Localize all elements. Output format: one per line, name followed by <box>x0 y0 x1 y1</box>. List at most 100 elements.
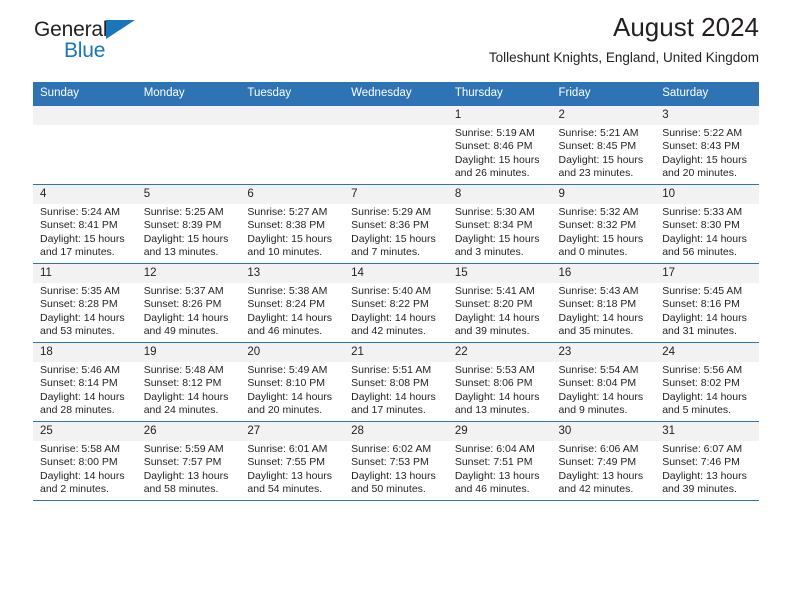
calendar-day-cell[interactable]: 23 Sunrise: 5:54 AM Sunset: 8:04 PM Dayligh… <box>551 342 656 422</box>
sunset-text: Sunset: 7:51 PM <box>454 456 533 469</box>
sunset-text: Sunset: 8:08 PM <box>351 377 429 390</box>
calendar-day-cell[interactable]: 4 Sunrise: 5:24 AM Sunset: 8:41 PM Daylight… <box>33 184 137 264</box>
calendar-day-cell[interactable]: 2 Sunrise: 5:21 AM Sunset: 8:45 PM Daylight… <box>551 105 656 185</box>
sunrise-text: Sunrise: 5:49 AM <box>247 364 328 376</box>
day-sun-info: Sunrise: 6:07 AM Sunset: 7:46 PM Daylight:… <box>655 441 759 496</box>
calendar-day-cell[interactable]: 10 Sunrise: 5:33 AM Sunset: 8:30 PM Dayligh… <box>655 184 759 264</box>
day-cell-content: 29 Sunrise: 6:04 AM Sunset: 7:51 PM Dayligh… <box>447 422 552 500</box>
weekday-header-wednesday: Wednesday <box>344 82 448 106</box>
day-number: 16 <box>551 264 656 283</box>
sunrise-text: Sunrise: 5:29 AM <box>351 206 432 218</box>
general-blue-logo[interactable]: General Blue <box>34 18 144 64</box>
day-cell-content: 9 Sunrise: 5:32 AM Sunset: 8:32 PM Daylight… <box>551 185 656 263</box>
calendar-day-cell[interactable]: 27 Sunrise: 6:01 AM Sunset: 7:55 PM Dayligh… <box>240 421 345 501</box>
daylight-text-line1: Daylight: 14 hours <box>558 311 644 324</box>
day-cell-content: 14 Sunrise: 5:40 AM Sunset: 8:22 PM Dayligh… <box>344 264 448 342</box>
daylight-text-line2: and 42 minutes. <box>558 482 634 495</box>
day-sun-info: Sunrise: 5:30 AM Sunset: 8:34 PM Daylight:… <box>448 204 552 259</box>
day-cell-content: 3 Sunrise: 5:22 AM Sunset: 8:43 PM Daylight… <box>655 106 759 184</box>
day-sun-info: Sunrise: 5:53 AM Sunset: 8:06 PM Daylight:… <box>448 362 552 417</box>
daylight-text-line2: and 17 minutes. <box>40 245 115 258</box>
sunset-text: Sunset: 8:32 PM <box>558 219 637 232</box>
daylight-text-line1: Daylight: 14 hours <box>40 311 125 324</box>
sunrise-text: Sunrise: 5:22 AM <box>662 127 743 139</box>
daylight-text-line1: Daylight: 14 hours <box>662 390 747 403</box>
day-number <box>240 106 345 125</box>
calendar-day-cell[interactable]: 24 Sunrise: 5:56 AM Sunset: 8:02 PM Dayligh… <box>655 342 759 422</box>
daylight-text-line1: Daylight: 15 hours <box>351 232 436 245</box>
sunrise-text: Sunrise: 5:27 AM <box>247 206 328 218</box>
weekday-header-tuesday: Tuesday <box>240 82 345 106</box>
calendar-day-cell[interactable]: 21 Sunrise: 5:51 AM Sunset: 8:08 PM Dayligh… <box>344 342 448 422</box>
calendar-day-cell[interactable]: 20 Sunrise: 5:49 AM Sunset: 8:10 PM Dayligh… <box>240 342 345 422</box>
calendar-day-cell[interactable]: 11 Sunrise: 5:35 AM Sunset: 8:28 PM Dayligh… <box>33 263 137 343</box>
day-cell-content: 28 Sunrise: 6:02 AM Sunset: 7:53 PM Dayligh… <box>344 422 448 500</box>
sunrise-text: Sunrise: 5:30 AM <box>454 206 535 218</box>
calendar-day-cell[interactable]: 15 Sunrise: 5:41 AM Sunset: 8:20 PM Dayligh… <box>447 263 552 343</box>
day-cell-content <box>240 106 345 184</box>
day-cell-content: 2 Sunrise: 5:21 AM Sunset: 8:45 PM Daylight… <box>551 106 656 184</box>
calendar-day-cell[interactable]: 6 Sunrise: 5:27 AM Sunset: 8:38 PM Daylight… <box>240 184 345 264</box>
calendar-day-cell[interactable]: 30 Sunrise: 6:06 AM Sunset: 7:49 PM Dayligh… <box>551 421 656 501</box>
sunset-text: Sunset: 8:46 PM <box>454 140 533 153</box>
daylight-text-line1: Daylight: 15 hours <box>454 232 540 245</box>
day-sun-info: Sunrise: 5:59 AM Sunset: 7:57 PM Daylight:… <box>137 441 241 496</box>
day-cell-content: 11 Sunrise: 5:35 AM Sunset: 8:28 PM Dayligh… <box>33 264 137 342</box>
day-sun-info: Sunrise: 5:56 AM Sunset: 8:02 PM Daylight:… <box>655 362 759 417</box>
calendar-day-cell[interactable]: 13 Sunrise: 5:38 AM Sunset: 8:24 PM Dayligh… <box>240 263 345 343</box>
day-sun-info: Sunrise: 5:24 AM Sunset: 8:41 PM Daylight:… <box>33 204 137 259</box>
calendar-day-cell[interactable]: 1 Sunrise: 5:19 AM Sunset: 8:46 PM Daylight… <box>447 105 552 185</box>
calendar-day-cell[interactable]: 7 Sunrise: 5:29 AM Sunset: 8:36 PM Daylight… <box>344 184 448 264</box>
calendar-week-row: 4 Sunrise: 5:24 AM Sunset: 8:41 PM Daylight… <box>33 184 759 264</box>
day-cell-content: 22 Sunrise: 5:53 AM Sunset: 8:06 PM Dayligh… <box>447 343 552 421</box>
daylight-text-line1: Daylight: 14 hours <box>247 390 333 403</box>
calendar-day-cell[interactable]: 12 Sunrise: 5:37 AM Sunset: 8:26 PM Dayligh… <box>136 263 241 343</box>
calendar-day-cell[interactable]: 18 Sunrise: 5:46 AM Sunset: 8:14 PM Dayligh… <box>33 342 137 422</box>
calendar-day-cell[interactable]: 16 Sunrise: 5:43 AM Sunset: 8:18 PM Dayligh… <box>551 263 656 343</box>
day-cell-content: 4 Sunrise: 5:24 AM Sunset: 8:41 PM Daylight… <box>33 185 137 263</box>
sunset-text: Sunset: 8:43 PM <box>662 140 740 153</box>
daylight-text-line2: and 54 minutes. <box>247 482 323 495</box>
day-number: 6 <box>240 185 345 204</box>
sunset-text: Sunset: 8:30 PM <box>662 219 740 232</box>
calendar-day-cell[interactable]: 19 Sunrise: 5:48 AM Sunset: 8:12 PM Dayligh… <box>136 342 241 422</box>
weekday-header-monday: Monday <box>136 82 241 106</box>
calendar-day-cell[interactable]: 3 Sunrise: 5:22 AM Sunset: 8:43 PM Daylight… <box>655 105 759 185</box>
calendar-day-cell[interactable]: 26 Sunrise: 5:59 AM Sunset: 7:57 PM Dayligh… <box>136 421 241 501</box>
daylight-text-line1: Daylight: 15 hours <box>40 232 125 245</box>
calendar-day-cell[interactable]: 28 Sunrise: 6:02 AM Sunset: 7:53 PM Dayligh… <box>344 421 448 501</box>
daylight-text-line1: Daylight: 14 hours <box>143 390 229 403</box>
day-sun-info: Sunrise: 5:19 AM Sunset: 8:46 PM Daylight:… <box>448 125 552 180</box>
calendar-day-cell[interactable]: 8 Sunrise: 5:30 AM Sunset: 8:34 PM Daylight… <box>447 184 552 264</box>
calendar-day-cell[interactable]: 14 Sunrise: 5:40 AM Sunset: 8:22 PM Dayligh… <box>344 263 448 343</box>
calendar-day-cell[interactable]: 29 Sunrise: 6:04 AM Sunset: 7:51 PM Dayligh… <box>447 421 552 501</box>
weekday-header-friday: Friday <box>551 82 656 106</box>
calendar-day-cell[interactable]: 5 Sunrise: 5:25 AM Sunset: 8:39 PM Daylight… <box>136 184 241 264</box>
daylight-text-line2: and 39 minutes. <box>454 324 530 337</box>
day-number: 15 <box>447 264 552 283</box>
daylight-text-line1: Daylight: 13 hours <box>662 469 747 482</box>
day-number <box>344 106 448 125</box>
day-number: 24 <box>655 343 759 362</box>
daylight-text-line2: and 17 minutes. <box>351 403 426 416</box>
day-number: 22 <box>447 343 552 362</box>
daylight-text-line1: Daylight: 13 hours <box>143 469 229 482</box>
daylight-text-line1: Daylight: 15 hours <box>454 153 540 166</box>
day-number: 1 <box>447 106 552 125</box>
calendar-day-cell[interactable]: 25 Sunrise: 5:58 AM Sunset: 8:00 PM Dayligh… <box>33 421 137 501</box>
sunrise-text: Sunrise: 6:01 AM <box>247 443 328 455</box>
day-cell-content: 30 Sunrise: 6:06 AM Sunset: 7:49 PM Dayligh… <box>551 422 656 500</box>
daylight-text-line2: and 10 minutes. <box>247 245 323 258</box>
day-number: 11 <box>33 264 137 283</box>
day-number: 27 <box>240 422 345 441</box>
calendar-day-cell[interactable]: 31 Sunrise: 6:07 AM Sunset: 7:46 PM Dayligh… <box>655 421 759 501</box>
calendar-day-cell[interactable]: 9 Sunrise: 5:32 AM Sunset: 8:32 PM Daylight… <box>551 184 656 264</box>
calendar-day-cell[interactable]: 17 Sunrise: 5:45 AM Sunset: 8:16 PM Dayligh… <box>655 263 759 343</box>
day-number: 25 <box>33 422 137 441</box>
day-cell-content: 8 Sunrise: 5:30 AM Sunset: 8:34 PM Daylight… <box>447 185 552 263</box>
day-cell-content: 7 Sunrise: 5:29 AM Sunset: 8:36 PM Daylight… <box>344 185 448 263</box>
calendar-day-cell[interactable]: 22 Sunrise: 5:53 AM Sunset: 8:06 PM Dayligh… <box>447 342 552 422</box>
daylight-text-line1: Daylight: 13 hours <box>247 469 333 482</box>
daylight-text-line2: and 39 minutes. <box>662 482 737 495</box>
day-sun-info: Sunrise: 5:43 AM Sunset: 8:18 PM Daylight:… <box>552 283 656 338</box>
